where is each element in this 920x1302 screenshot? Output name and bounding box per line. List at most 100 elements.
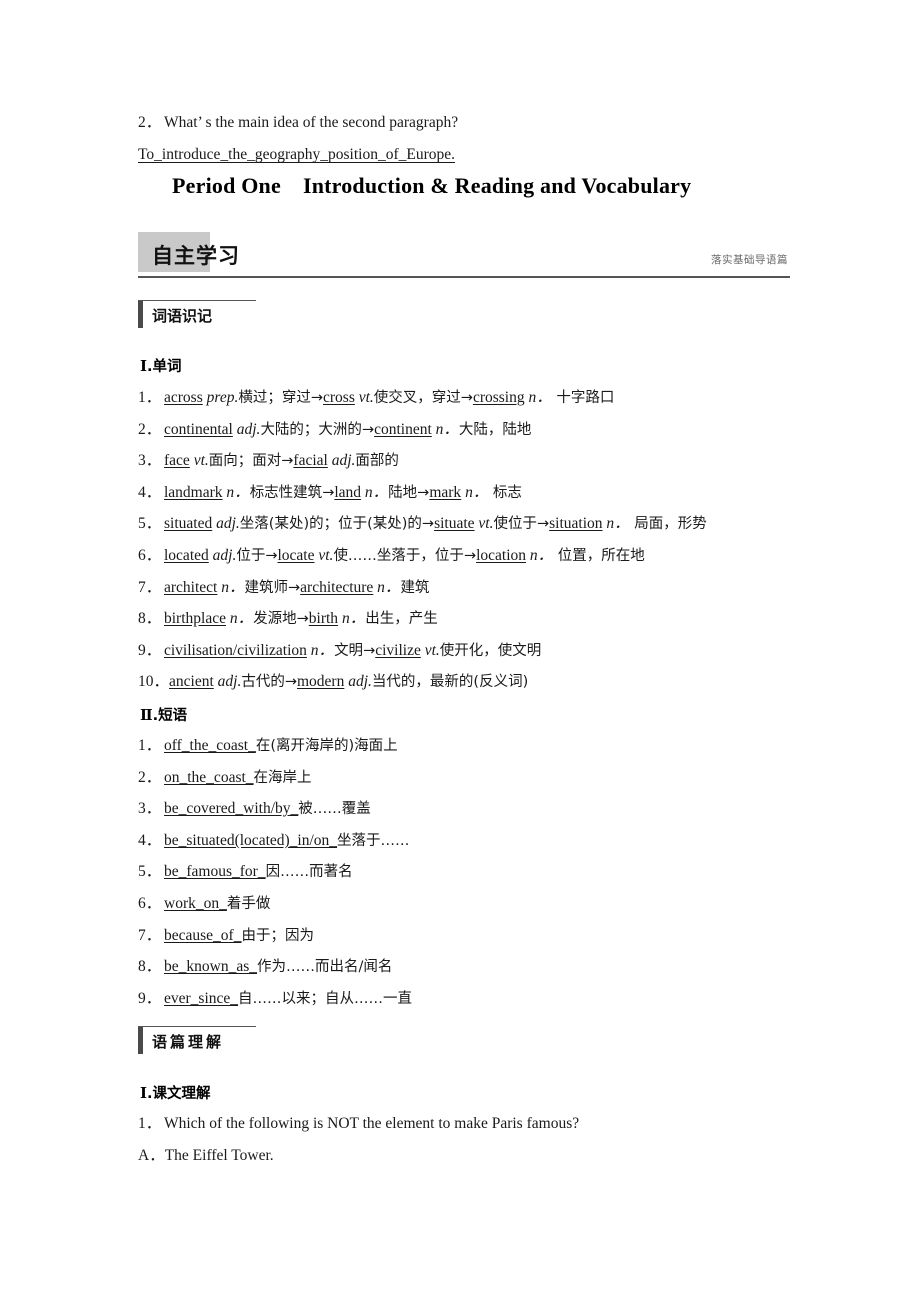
word-entry-definition: 古代的 — [241, 674, 285, 691]
word-entry-pos: n． — [225, 610, 254, 628]
word-entry-pos: adj. — [208, 547, 237, 564]
group-header-words: Ⅰ.单词 — [140, 355, 182, 376]
phrase-entry-definition: 由于；因为 — [241, 927, 314, 944]
word-entry-derived-definition: 面部的 — [355, 453, 399, 470]
word-entry-pos: adj. — [232, 420, 261, 438]
period-title-subject: Introduction & Reading and Vocabulary — [302, 173, 692, 198]
phrase-entry: 3． be_covered_with/by_被……覆盖 — [138, 799, 371, 819]
top-question-number: 2． — [138, 114, 162, 131]
group-header-words-label: .单词 — [147, 359, 182, 375]
reading-question-text: Which of the following is NOT the elemen… — [164, 1115, 580, 1132]
word-entry-word: situated — [164, 515, 213, 533]
word-entry: 4． landmark n．标志性建筑→land n．陆地→mark n． 标志 — [138, 483, 522, 503]
derivation-arrow-icon: → — [363, 642, 376, 659]
word-entry-number: 5． — [138, 515, 162, 533]
reading-option-a: A．The Eiffel Tower. — [138, 1146, 274, 1166]
reading-option-a-letter: A． — [138, 1147, 165, 1164]
word-entry-derived-pos: adj. — [327, 452, 356, 470]
phrase-entry: 8． be_known_as_作为……而出名/闻名 — [138, 957, 392, 977]
word-entry-derived-pos: vt. — [314, 547, 334, 564]
word-entry-number: 4． — [138, 483, 162, 501]
phrase-entry-phrase: because_of_ — [164, 926, 242, 944]
group-header-phrases-label: .短语 — [152, 708, 188, 724]
word-entry-derived-definition: 出生，产生 — [365, 611, 438, 628]
word-entry-derived-pos: adj. — [344, 673, 372, 691]
phrase-entry-phrase: work_on_ — [164, 895, 227, 912]
derivation-arrow-icon: → — [421, 516, 435, 533]
word-entry-number: 6． — [138, 547, 162, 564]
page-title: Period One Introduction & Reading and Voc… — [172, 173, 691, 199]
derivation-arrow-icon: → — [284, 674, 297, 691]
phrase-entry-definition: 自……以来；自从……一直 — [238, 990, 413, 1007]
phrase-entry: 4． be_situated(located)_in/on_坐落于…… — [138, 831, 410, 851]
derivation-arrow-icon: → — [536, 516, 550, 533]
word-entry-definition: 横过；穿过 — [238, 390, 311, 406]
phrase-entry-definition: 被……覆盖 — [298, 801, 371, 818]
word-entry-derived-definition: 十字路口 — [551, 390, 615, 406]
word-entry-number: 7． — [138, 578, 162, 596]
word-entry-word: face — [164, 452, 190, 470]
word-entry-derived-pos: n． — [524, 389, 552, 406]
word-entry-derived-pos: n． — [461, 483, 489, 501]
phrase-entry: 5． be_famous_for_因……而著名 — [138, 862, 353, 882]
word-entry-pos: adj. — [213, 673, 242, 691]
group-header-text: Ⅰ.课文理解 — [140, 1082, 211, 1103]
word-entry-derived-definition: 局面，形势 — [629, 516, 707, 533]
word-entry-derived: facial — [293, 452, 328, 470]
phrase-entry: 2． on_the_coast_在海岸上 — [138, 768, 312, 788]
word-entry-derived-pos: vt. — [474, 515, 494, 533]
word-entry-derived: birth — [308, 610, 339, 628]
derivation-arrow-icon: → — [361, 421, 375, 438]
word-entry-pos: n． — [306, 641, 335, 659]
word-entry-derived-definition: 使……坐落于，位于 — [333, 548, 464, 564]
section-header-words-label: 词语识记 — [152, 307, 213, 325]
word-entry-derived: civilize — [375, 641, 421, 659]
phrase-entry: 6． work_on_着手做 — [138, 894, 270, 914]
word-entry: 3． face vt.面向；面对→facial adj.面部的 — [138, 451, 399, 471]
phrase-entry-number: 7． — [138, 926, 162, 944]
word-entry-derived: locate — [277, 547, 315, 564]
word-entry-derived-definition: 位置，所在地 — [553, 548, 645, 564]
word-entry-number: 10． — [138, 673, 170, 691]
phrase-entry-definition: 坐落于…… — [337, 832, 410, 849]
banner-rule — [138, 276, 790, 278]
phrase-entry-definition: 作为……而出名/闻名 — [257, 959, 393, 976]
top-question-text: What’ s the main idea of the second para… — [164, 114, 459, 131]
group-header-text-roman: Ⅰ — [140, 1086, 148, 1102]
group-header-text-label: .课文理解 — [147, 1086, 211, 1102]
derivation-arrow-icon: → — [460, 390, 473, 406]
word-entry-definition: 坐落(某处)的；位于(某处)的 — [239, 516, 422, 533]
phrase-entry-number: 4． — [138, 831, 162, 849]
word-entry-word: architect — [164, 578, 218, 596]
phrase-entry-number: 1． — [138, 737, 162, 754]
word-entry-definition: 发源地 — [253, 611, 297, 628]
word-entry-derived-definition: 陆地 — [388, 484, 418, 501]
group-header-words-roman: Ⅰ — [140, 359, 148, 375]
derivation-arrow-icon: → — [296, 611, 309, 628]
word-entry-word: birthplace — [164, 610, 226, 628]
phrase-entry-definition: 在(离开海岸的)海面上 — [255, 738, 398, 754]
banner-title: 自主学习 — [152, 244, 240, 268]
period-title-period: Period One — [172, 173, 281, 198]
reading-question: 1． Which of the following is NOT the elem… — [138, 1114, 579, 1134]
word-entry: 6． located adj.位于→locate vt.使……坐落于，位于→loc… — [138, 546, 645, 566]
phrase-entry-number: 9． — [138, 989, 162, 1007]
section-header-bar — [138, 1027, 143, 1054]
phrase-entry-definition: 因……而著名 — [265, 864, 353, 881]
derivation-arrow-icon: → — [281, 453, 294, 470]
word-entry-derived-pos: n． — [361, 483, 389, 501]
phrase-entry-phrase: on_the_coast_ — [164, 768, 254, 786]
phrase-entry-phrase: off_the_coast_ — [164, 737, 256, 754]
derivation-arrow-icon: → — [463, 548, 477, 564]
phrase-entry: 1． off_the_coast_在(离开海岸的)海面上 — [138, 736, 398, 756]
word-entry-number: 2． — [138, 420, 162, 438]
phrase-entry-number: 8． — [138, 958, 162, 976]
section-header-reading-label: 语篇理解 — [152, 1033, 225, 1051]
word-entry-pos: prep. — [202, 389, 239, 406]
derivation-arrow-icon: → — [310, 390, 323, 406]
word-entry-derived-pos: n． — [526, 547, 554, 564]
word-entry: 1． across prep.横过；穿过→cross vt.使交叉，穿过→cros… — [138, 388, 614, 408]
word-entry-definition: 面向；面对 — [208, 453, 282, 470]
phrase-entry-definition: 在海岸上 — [253, 769, 312, 786]
word-entry-derived-definition: 建筑 — [400, 579, 430, 596]
